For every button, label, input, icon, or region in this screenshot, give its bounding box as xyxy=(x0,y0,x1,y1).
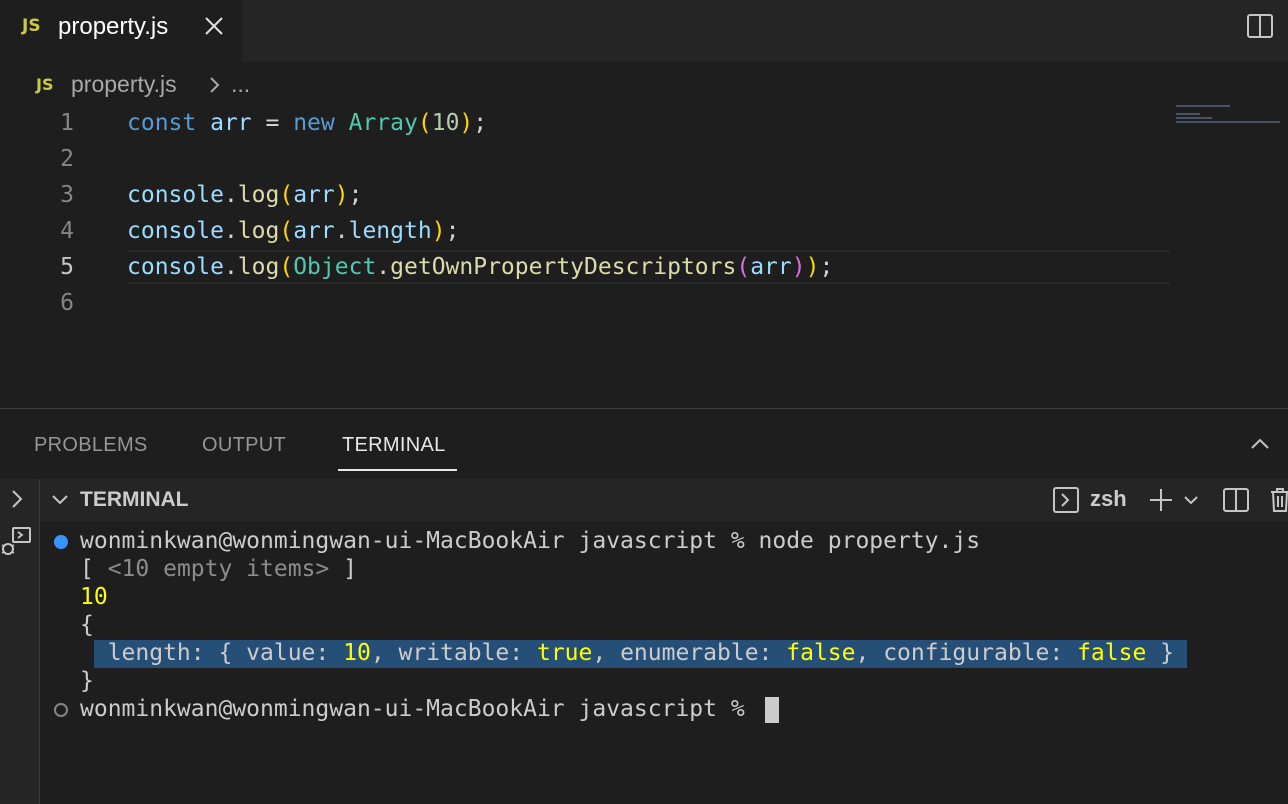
js-file-icon: JS xyxy=(22,16,41,36)
line-number: 6 xyxy=(60,290,74,316)
terminal-output-line: [ <10 empty items> ] xyxy=(80,556,357,582)
terminal-output-line: } xyxy=(80,668,94,694)
tab-problems[interactable]: PROBLEMS xyxy=(34,434,148,457)
tab-terminal[interactable]: TERMINAL xyxy=(342,434,446,457)
split-editor-icon[interactable] xyxy=(1246,12,1274,40)
close-icon[interactable] xyxy=(202,14,226,38)
trash-icon[interactable] xyxy=(1268,486,1288,514)
minimap[interactable] xyxy=(1176,103,1284,127)
panel-divider xyxy=(0,408,1288,409)
terminal-command-line: wonminkwan@wonmingwan-ui-MacBookAir java… xyxy=(80,528,981,554)
js-file-icon: JS xyxy=(36,75,54,94)
terminal-output-line: { xyxy=(80,612,94,638)
terminal-output-line: length: { value: 10, writable: true, enu… xyxy=(80,640,1175,666)
command-status-dot[interactable] xyxy=(54,535,68,549)
terminal-section-title[interactable]: TERMINAL xyxy=(80,488,189,512)
terminal-cursor xyxy=(765,697,779,723)
code-line-1[interactable]: const arr = new Array(10); xyxy=(127,110,487,136)
line-number: 4 xyxy=(60,218,74,244)
breadcrumb-more[interactable]: ... xyxy=(231,71,250,98)
code-line-4[interactable]: console.log(arr.length); xyxy=(127,218,459,244)
code-line-3[interactable]: console.log(arr); xyxy=(127,182,362,208)
terminal-output-line: 10 xyxy=(80,584,108,610)
chevron-down-icon[interactable] xyxy=(1182,491,1200,509)
line-number: 2 xyxy=(60,146,74,172)
terminal-icon[interactable] xyxy=(1052,486,1080,514)
terminal-prompt-line[interactable]: wonminkwan@wonmingwan-ui-MacBookAir java… xyxy=(80,696,759,722)
line-number: 5 xyxy=(60,254,74,280)
active-tab-indicator xyxy=(338,469,457,471)
chevron-down-icon[interactable] xyxy=(50,490,70,510)
tab-property-js[interactable]: JS property.js xyxy=(0,0,242,62)
tab-output[interactable]: OUTPUT xyxy=(202,434,286,457)
chevron-right-icon xyxy=(210,77,220,93)
command-status-dot[interactable] xyxy=(54,703,68,717)
line-number: 1 xyxy=(60,110,74,136)
shell-name[interactable]: zsh xyxy=(1090,486,1127,512)
debug-console-icon[interactable] xyxy=(0,525,34,559)
chevron-up-icon[interactable] xyxy=(1248,432,1272,456)
add-terminal-icon[interactable] xyxy=(1148,487,1174,513)
chevron-right-icon[interactable] xyxy=(6,488,28,510)
code-line-5[interactable]: console.log(Object.getOwnPropertyDescrip… xyxy=(127,254,833,280)
tab-label: property.js xyxy=(58,13,169,40)
split-terminal-icon[interactable] xyxy=(1222,486,1250,514)
line-number: 3 xyxy=(60,182,74,208)
breadcrumb-file[interactable]: property.js xyxy=(71,71,177,98)
